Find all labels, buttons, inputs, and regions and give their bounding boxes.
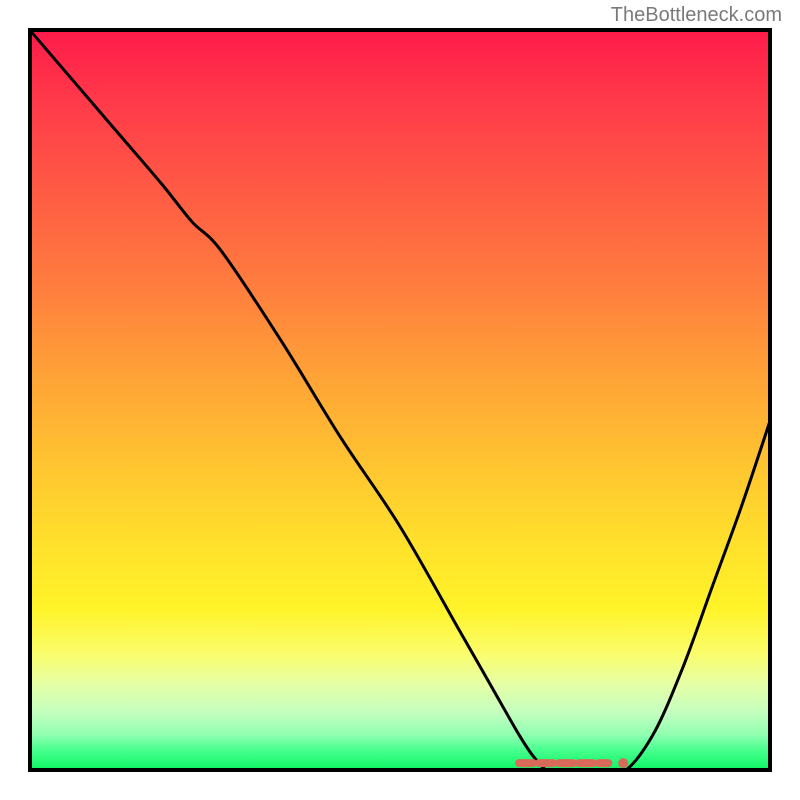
optimal-range-marker bbox=[28, 28, 772, 772]
watermark-text: TheBottleneck.com bbox=[611, 4, 782, 27]
